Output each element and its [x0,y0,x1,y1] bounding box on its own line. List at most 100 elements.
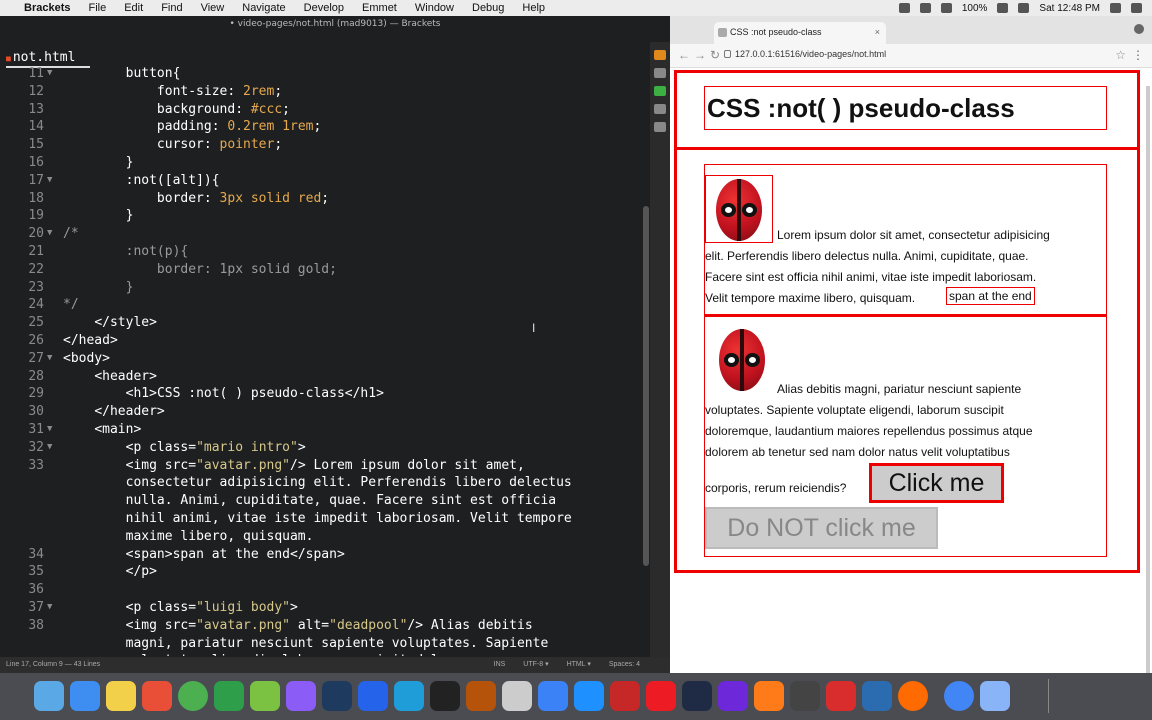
menu-navigate[interactable]: Navigate [242,2,285,14]
encoding-select[interactable]: UTF-8 ▾ [523,657,548,673]
page-info-icon[interactable] [724,50,731,58]
spotlight-icon[interactable] [1110,3,1121,13]
menu-debug[interactable]: Debug [472,2,504,14]
fold-arrow-icon[interactable]: ▼ [47,442,52,452]
menu-find[interactable]: Find [161,2,182,14]
fold-arrow-icon[interactable]: ▼ [47,228,52,238]
firefox-icon[interactable] [898,681,928,711]
do-not-click-button[interactable]: Do NOT click me [705,507,938,549]
photoshop-icon[interactable] [574,681,604,711]
code-line[interactable]: 32 ▼ <p class="mario intro"> [0,440,640,458]
pen-icon[interactable] [754,681,784,711]
fold-arrow-icon[interactable]: ▼ [47,175,52,185]
code-line[interactable]: 23 } [0,280,640,298]
code-area[interactable]: 11 ▼ button{12 font-size: 2rem; 13 backgro… [0,66,640,656]
battery-percent[interactable]: 100% [962,3,988,14]
code-line[interactable]: 38 <img src="avatar.png" alt="deadpool"/… [0,618,640,636]
menu-view[interactable]: View [201,2,225,14]
code-line[interactable]: 26 </head> [0,333,640,351]
code-line[interactable]: 24 */ [0,297,640,315]
chrome-canary-icon[interactable] [944,681,974,711]
downloads-folder-icon[interactable] [980,681,1010,711]
fold-arrow-icon[interactable]: ▼ [47,68,52,78]
reload-icon[interactable]: ↻ [710,48,720,62]
code-line[interactable]: voluptate eligendi, laborum suscipit dol… [0,653,640,656]
panel-icon[interactable] [654,104,666,114]
click-me-button[interactable]: Click me [869,463,1004,503]
sourcetree-icon[interactable] [214,681,244,711]
notes-icon[interactable] [106,681,136,711]
code-line[interactable]: 16 } [0,155,640,173]
back-icon[interactable]: ← [678,48,690,62]
wifi-icon[interactable] [919,3,931,13]
code-line[interactable]: 14 padding: 0.2rem 1rem; [0,119,640,137]
code-line[interactable]: 34 <span>span at the end</span> [0,547,640,565]
trash-like-icon[interactable] [466,681,496,711]
finder-icon[interactable] [34,681,64,711]
menu-window[interactable]: Window [415,2,454,14]
code-line[interactable]: 19 } [0,208,640,226]
code-line[interactable]: 30 </header> [0,404,640,422]
filezilla-icon[interactable] [610,681,640,711]
insert-mode[interactable]: INS [494,657,506,673]
menu-emmet[interactable]: Emmet [362,2,397,14]
code-line[interactable]: maxime libero, quisquam. [0,529,640,547]
code-line[interactable]: 21 :not(p){ [0,244,640,262]
preferences-icon[interactable] [538,681,568,711]
notification-center-icon[interactable] [1131,3,1142,13]
flag-icon[interactable] [1018,3,1030,13]
menu-edit[interactable]: Edit [124,2,143,14]
code-line[interactable]: magni, pariatur nesciunt sapiente volupt… [0,636,640,654]
editor-scrollbar[interactable] [643,206,649,566]
appstore-icon[interactable] [70,681,100,711]
code-line[interactable]: nulla. Animi, cupiditate, quae. Facere s… [0,493,640,511]
code-line[interactable]: 37 ▼ <p class="luigi body"> [0,600,640,618]
linter-status-icon[interactable] [654,86,666,96]
dark-app-icon[interactable] [430,681,460,711]
code-line[interactable]: 33 <img src="avatar.png"/> Lorem ipsum d… [0,458,640,476]
brave-icon[interactable] [826,681,856,711]
chrome-icon[interactable] [178,681,208,711]
fold-arrow-icon[interactable]: ▼ [47,602,52,612]
status-icon[interactable] [898,3,910,13]
camera-icon[interactable] [790,681,820,711]
github-icon[interactable] [286,681,316,711]
menu-develop[interactable]: Develop [304,2,344,14]
settings-icon[interactable] [654,122,666,132]
forward-icon[interactable]: → [694,48,706,62]
misc-app-icon[interactable] [502,681,532,711]
code-line[interactable]: 12 font-size: 2rem; [0,84,640,102]
code-line[interactable]: 36 [0,582,640,600]
vscode-icon[interactable] [358,681,388,711]
brackets-icon[interactable] [250,681,280,711]
browser-menu-icon[interactable]: ⋮ [1132,48,1144,62]
terminal-app-icon[interactable] [394,681,424,711]
menu-file[interactable]: File [88,2,106,14]
gitkraken-icon[interactable] [322,681,352,711]
code-line[interactable]: 28 <header> [0,369,640,387]
bookmark-star-icon[interactable]: ☆ [1115,48,1126,62]
code-line[interactable]: nihil animi, vitae iste impedit laborios… [0,511,640,529]
extension-manager-icon[interactable] [654,68,666,78]
file-tab[interactable]: ■ not.html [6,50,75,65]
menu-app-name[interactable]: Brackets [24,2,70,14]
illustrator-icon[interactable] [646,681,676,711]
code-line[interactable]: 15 cursor: pointer; [0,137,640,155]
close-tab-icon[interactable]: × [875,22,880,42]
calendar-icon[interactable] [142,681,172,711]
browser-tab[interactable]: CSS :not pseudo-class × [714,22,886,44]
language-select[interactable]: HTML ▾ [567,657,591,673]
code-line[interactable]: 25 </style> [0,315,640,333]
address-bar[interactable]: 127.0.0.1:61516/video-pages/not.html [724,49,886,59]
code-line[interactable]: 29 <h1>CSS :not( ) pseudo-class</h1> [0,386,640,404]
fold-arrow-icon[interactable]: ▼ [47,353,52,363]
firefox-dev-icon[interactable] [718,681,748,711]
code-line[interactable]: 27 ▼ <body> [0,351,640,369]
code-line[interactable]: 18 border: 3px solid red; [0,191,640,209]
photoshop-cc-icon[interactable] [682,681,712,711]
menu-help[interactable]: Help [522,2,545,14]
profile-icon[interactable] [1134,24,1144,34]
safari-icon[interactable] [862,681,892,711]
code-line[interactable]: 31 ▼ <main> [0,422,640,440]
code-line[interactable]: 22 border: 1px solid gold; [0,262,640,280]
